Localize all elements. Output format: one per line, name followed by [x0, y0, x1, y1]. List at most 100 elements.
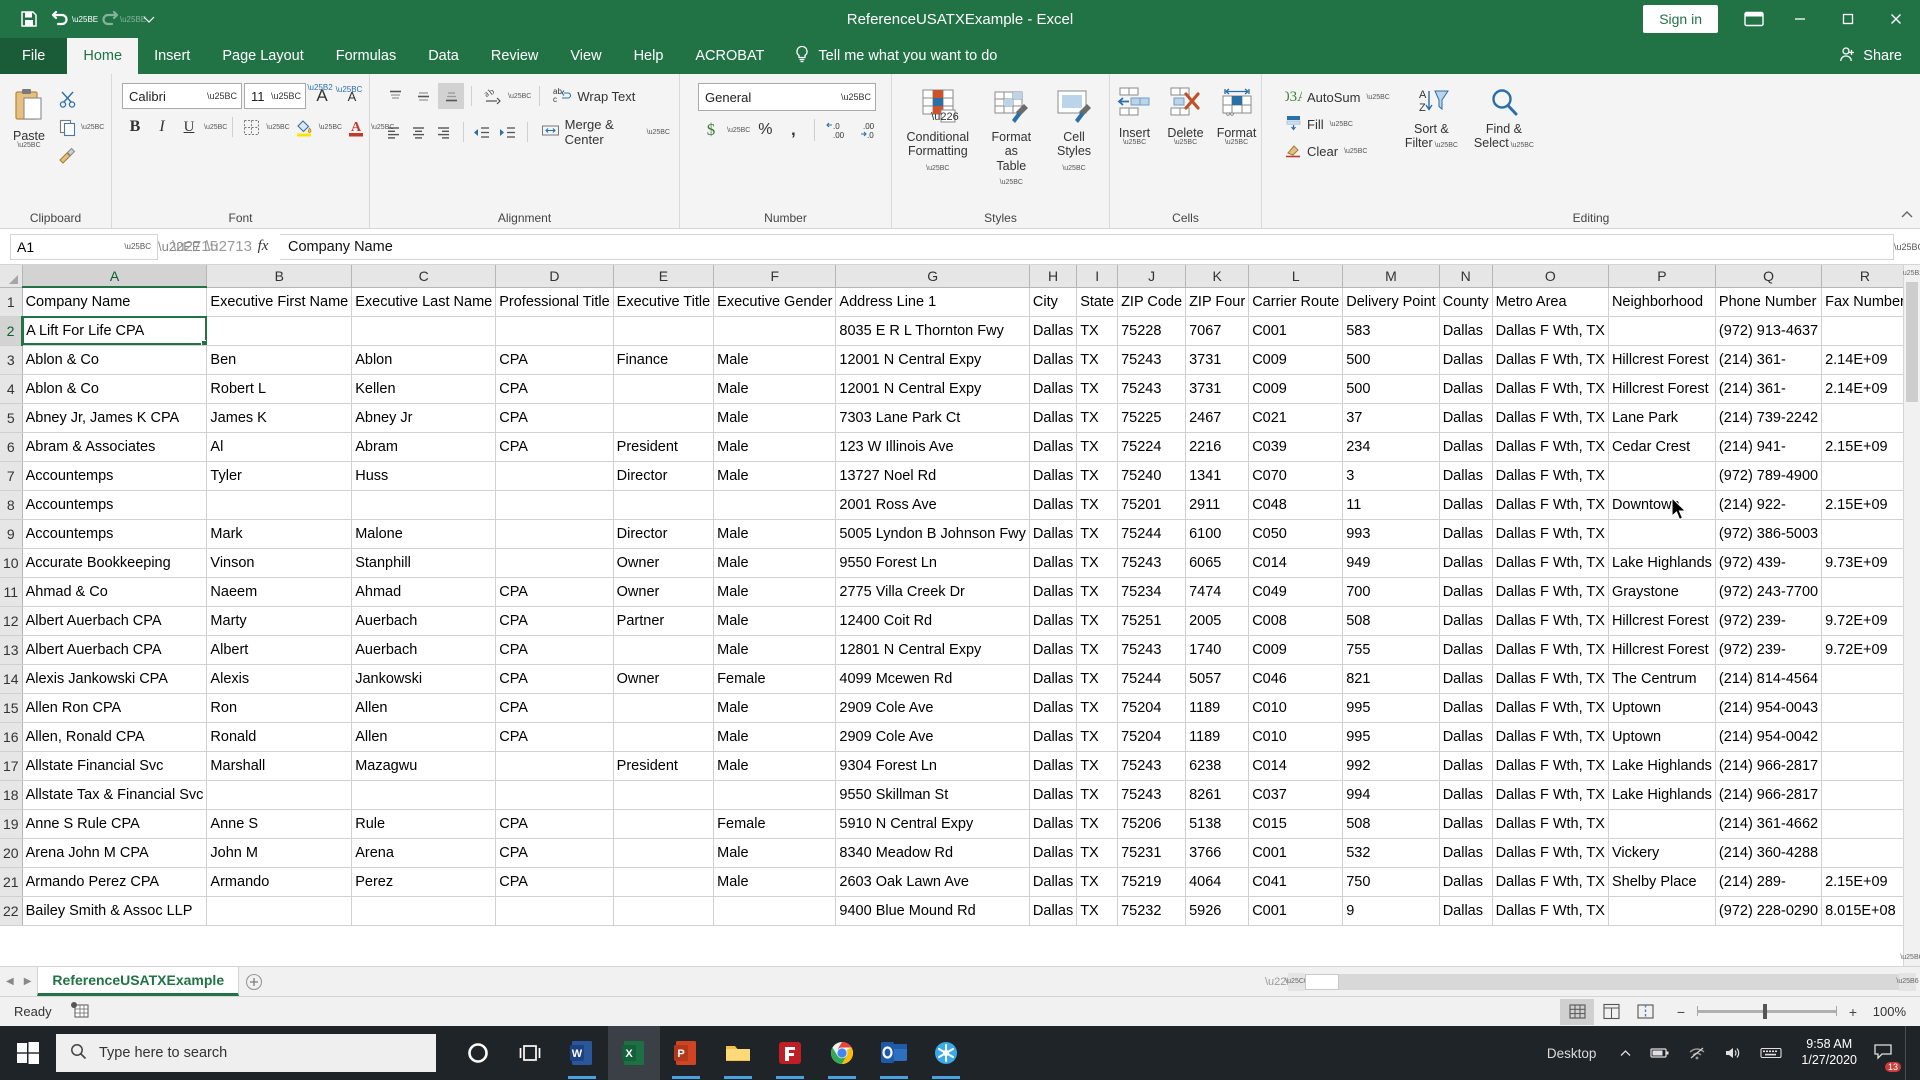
- cell-L16[interactable]: C010: [1248, 722, 1344, 752]
- cell-L18[interactable]: C037: [1248, 780, 1344, 810]
- cell-R17[interactable]: [1821, 751, 1903, 781]
- cell-B1[interactable]: Executive First Name: [206, 287, 353, 317]
- cell-N5[interactable]: Dallas: [1439, 403, 1493, 433]
- cell-Q12[interactable]: (972) 239-: [1715, 606, 1823, 636]
- cell-N20[interactable]: Dallas: [1439, 838, 1493, 868]
- cell-K9[interactable]: 6100: [1185, 519, 1250, 549]
- formula-input[interactable]: Company Name: [280, 233, 1894, 260]
- cell-N16[interactable]: Dallas: [1439, 722, 1493, 752]
- column-header-b[interactable]: B: [206, 265, 353, 288]
- cell-I20[interactable]: TX: [1076, 838, 1119, 868]
- cell-L14[interactable]: C046: [1248, 664, 1344, 694]
- cell-O20[interactable]: Dallas F Wth, TX: [1492, 838, 1609, 868]
- cell-D9[interactable]: [495, 519, 614, 549]
- cell-G13[interactable]: 12801 N Central Expy: [835, 635, 1030, 665]
- decrease-font-size-button[interactable]: A \u25BC: [336, 83, 366, 109]
- cell-D16[interactable]: CPA: [495, 722, 614, 752]
- cell-F16[interactable]: Male: [713, 722, 837, 752]
- collapse-ribbon-icon[interactable]: [1900, 209, 1914, 224]
- zoom-slider-handle[interactable]: [1763, 1004, 1767, 1019]
- cell-D1[interactable]: Professional Title: [495, 287, 614, 317]
- cell-C22[interactable]: [351, 896, 497, 926]
- cell-G15[interactable]: 2909 Cole Ave: [835, 693, 1030, 723]
- column-header-l[interactable]: L: [1248, 265, 1344, 288]
- cell-K22[interactable]: 5926: [1185, 896, 1250, 926]
- cell-R14[interactable]: [1821, 664, 1903, 694]
- cell-P4[interactable]: Hillcrest Forest: [1608, 374, 1716, 404]
- record-macro-icon[interactable]: [70, 1001, 90, 1022]
- cell-D7[interactable]: [495, 461, 614, 491]
- cell-G9[interactable]: 5005 Lyndon B Johnson Fwy: [835, 519, 1030, 549]
- cell-M4[interactable]: 500: [1342, 374, 1440, 404]
- merge-center-button[interactable]: Merge & Center \u25BC: [536, 115, 675, 149]
- cell-F7[interactable]: Male: [713, 461, 837, 491]
- powerpoint-icon[interactable]: P: [660, 1026, 712, 1080]
- cell-E15[interactable]: [613, 693, 715, 723]
- cell-K12[interactable]: 2005: [1185, 606, 1250, 636]
- increase-indent-icon[interactable]: [496, 119, 519, 145]
- cell-P5[interactable]: Lane Park: [1608, 403, 1716, 433]
- cell-L15[interactable]: C010: [1248, 693, 1344, 723]
- cell-L20[interactable]: C001: [1248, 838, 1344, 868]
- cell-styles-button[interactable]: Cell Styles \u25BC: [1043, 83, 1105, 176]
- cell-P6[interactable]: Cedar Crest: [1608, 432, 1716, 462]
- cell-B2[interactable]: [206, 316, 353, 346]
- cell-Q8[interactable]: (214) 922-: [1715, 490, 1823, 520]
- cell-E16[interactable]: [613, 722, 715, 752]
- cell-K20[interactable]: 3766: [1185, 838, 1250, 868]
- align-right-icon[interactable]: [432, 119, 455, 145]
- cell-B9[interactable]: Mark: [206, 519, 353, 549]
- cell-L8[interactable]: C048: [1248, 490, 1344, 520]
- cell-C5[interactable]: Abney Jr: [351, 403, 497, 433]
- show-desktop-label[interactable]: Desktop: [1533, 1046, 1611, 1061]
- cell-L13[interactable]: C009: [1248, 635, 1344, 665]
- sort-filter-button[interactable]: A Z Sort & Filter \u25BC: [1399, 83, 1464, 154]
- cell-L12[interactable]: C008: [1248, 606, 1344, 636]
- outlook-icon[interactable]: [868, 1026, 920, 1080]
- cell-N21[interactable]: Dallas: [1439, 867, 1493, 897]
- cell-N11[interactable]: Dallas: [1439, 577, 1493, 607]
- vertical-scroll-track[interactable]: [1904, 402, 1920, 949]
- cell-O13[interactable]: Dallas F Wth, TX: [1492, 635, 1609, 665]
- cell-D17[interactable]: [495, 751, 614, 781]
- cell-B19[interactable]: Anne S: [206, 809, 353, 839]
- cell-M13[interactable]: 755: [1342, 635, 1440, 665]
- network-icon[interactable]: [1679, 1046, 1715, 1060]
- cell-D2[interactable]: [495, 316, 614, 346]
- cell-N3[interactable]: Dallas: [1439, 345, 1493, 375]
- cell-Q10[interactable]: (972) 439-: [1715, 548, 1823, 578]
- enter-icon[interactable]: \u2713: [206, 232, 252, 262]
- cell-R16[interactable]: [1821, 722, 1903, 752]
- row-header-22[interactable]: 22: [0, 896, 23, 926]
- cell-H14[interactable]: Dallas: [1029, 664, 1078, 694]
- column-header-i[interactable]: I: [1076, 265, 1119, 288]
- cell-O4[interactable]: Dallas F Wth, TX: [1492, 374, 1609, 404]
- cell-F1[interactable]: Executive Gender: [713, 287, 837, 317]
- cell-A1[interactable]: Company Name: [22, 287, 208, 317]
- cell-M19[interactable]: 508: [1342, 809, 1440, 839]
- cell-K18[interactable]: 8261: [1185, 780, 1250, 810]
- cell-L5[interactable]: C021: [1248, 403, 1344, 433]
- cell-M14[interactable]: 821: [1342, 664, 1440, 694]
- cell-M16[interactable]: 995: [1342, 722, 1440, 752]
- cell-F10[interactable]: Male: [713, 548, 837, 578]
- cell-A14[interactable]: Alexis Jankowski CPA: [22, 664, 208, 694]
- cell-R3[interactable]: 2.14E+09: [1821, 345, 1903, 375]
- cell-G12[interactable]: 12400 Coit Rd: [835, 606, 1030, 636]
- cell-G17[interactable]: 9304 Forest Ln: [835, 751, 1030, 781]
- cell-A8[interactable]: Accountemps: [22, 490, 208, 520]
- cell-Q18[interactable]: (214) 966-2817: [1715, 780, 1823, 810]
- column-header-o[interactable]: O: [1492, 265, 1609, 288]
- cell-M8[interactable]: 11: [1342, 490, 1440, 520]
- fill-color-dropdown-icon[interactable]: \u25BC: [319, 124, 342, 131]
- row-header-12[interactable]: 12: [0, 606, 23, 636]
- row-header-8[interactable]: 8: [0, 490, 23, 520]
- format-as-table-button[interactable]: Format as Table \u25BC: [982, 83, 1041, 191]
- tab-help[interactable]: Help: [618, 38, 680, 74]
- fill-dropdown-icon[interactable]: \u25BC: [1330, 121, 1353, 128]
- cell-J21[interactable]: 75219: [1117, 867, 1187, 897]
- cell-L1[interactable]: Carrier Route: [1248, 287, 1344, 317]
- chevron-down-icon[interactable]: \u25BC: [271, 91, 301, 101]
- cell-I4[interactable]: TX: [1076, 374, 1119, 404]
- undo-dropdown-icon[interactable]: \u25BE: [72, 5, 98, 33]
